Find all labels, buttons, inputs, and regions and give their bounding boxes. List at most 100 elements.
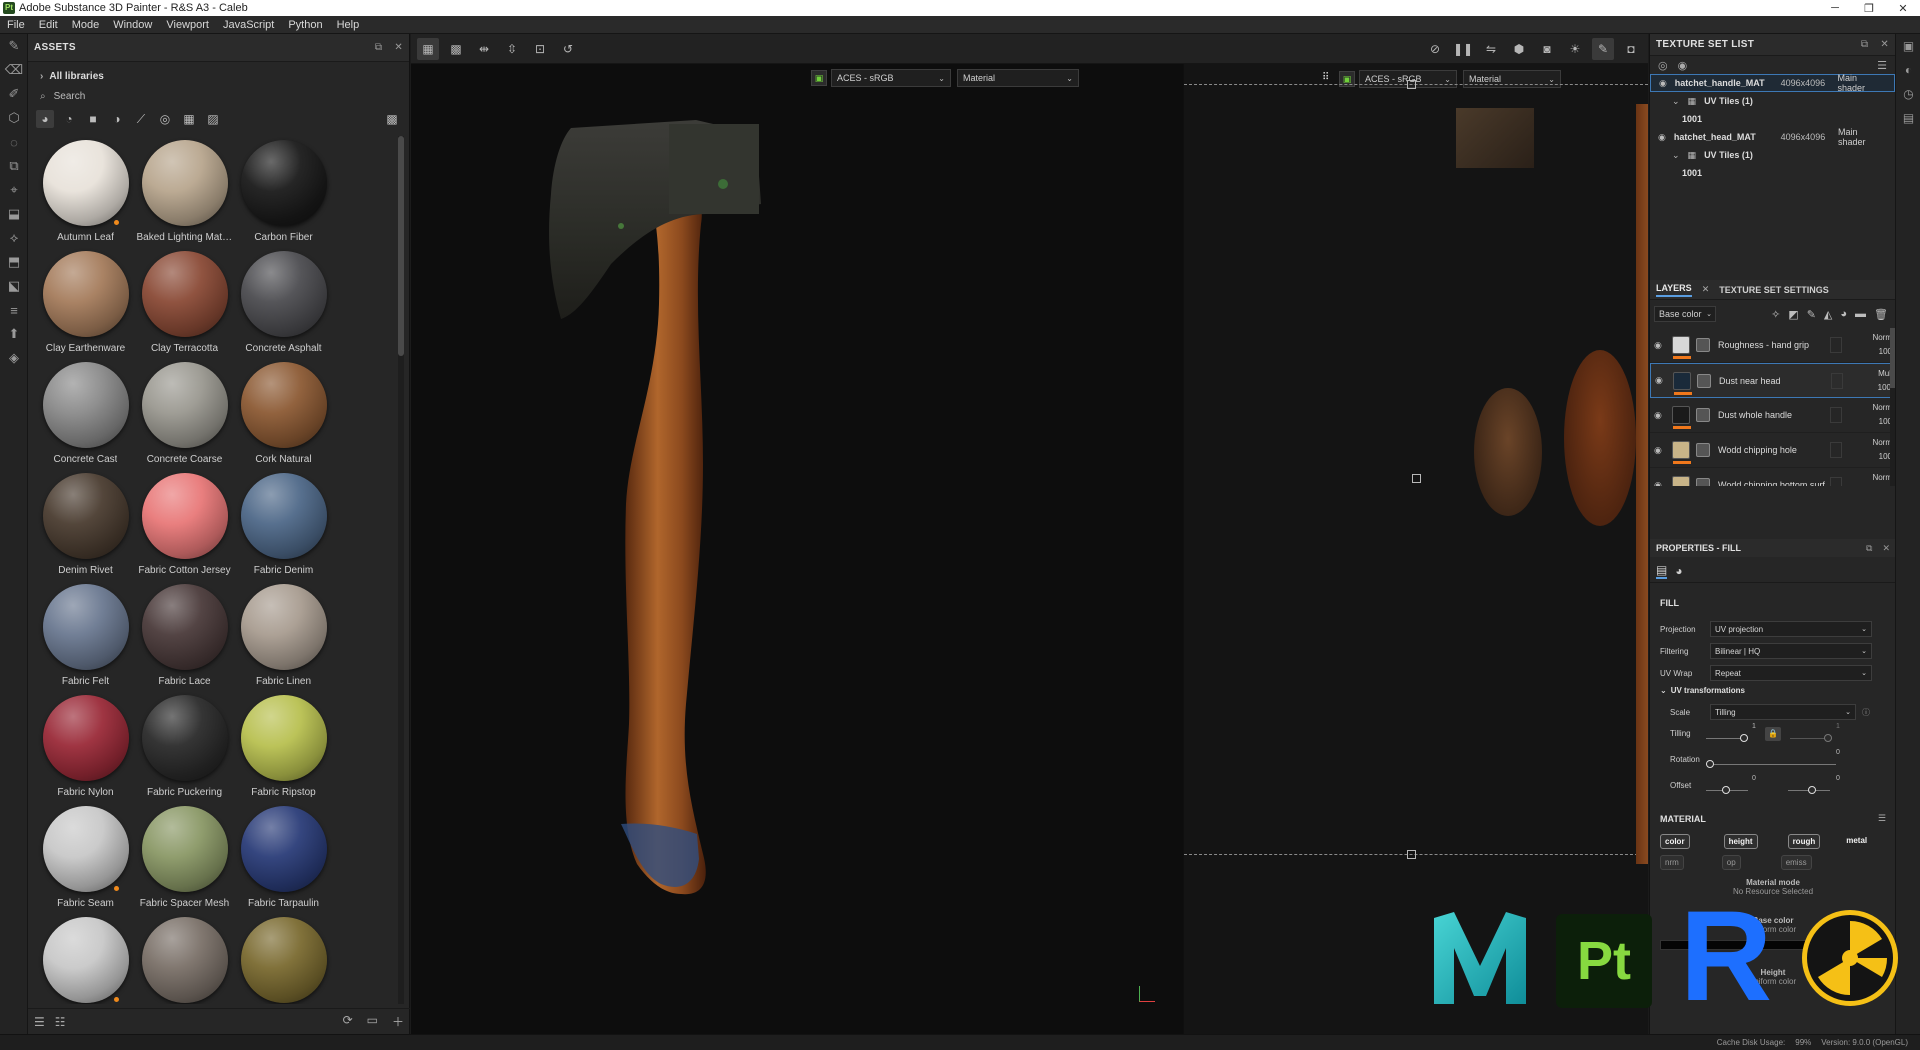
- chevron-down-icon[interactable]: ⌄: [1672, 150, 1680, 161]
- asset-tile[interactable]: Fabric Tarpaulin: [234, 802, 333, 913]
- channel-metal-button[interactable]: metal: [1842, 834, 1871, 849]
- minimize-icon[interactable]: ─: [1818, 2, 1852, 15]
- layer-mask-icon[interactable]: [1697, 373, 1711, 388]
- thumbnail-grid-icon[interactable]: ▩: [383, 110, 401, 128]
- uv-pivot[interactable]: [1412, 474, 1421, 483]
- channel-height-button[interactable]: height: [1723, 834, 1758, 849]
- layer-content-slot[interactable]: [1830, 337, 1842, 353]
- channel-select[interactable]: Base color ⌄: [1654, 306, 1716, 322]
- layer-row[interactable]: ◉ Dust near head Mul 100: [1650, 363, 1896, 398]
- alphas-filter-icon[interactable]: ◎: [156, 110, 174, 128]
- bake-icon[interactable]: ⟡: [0, 226, 28, 250]
- add-icon[interactable]: ＋: [392, 1013, 404, 1030]
- layer-row[interactable]: ◉ Dust whole handle Norm 100: [1650, 398, 1896, 433]
- fill-properties-icon[interactable]: ▤: [1656, 563, 1668, 579]
- undock-icon[interactable]: ⧉: [1866, 543, 1872, 554]
- maximize-icon[interactable]: ❐: [1852, 2, 1886, 15]
- asset-tile[interactable]: Carbon Fiber: [234, 136, 333, 247]
- environments-filter-icon[interactable]: ▨: [204, 110, 222, 128]
- screenshot-icon[interactable]: ◘: [1620, 38, 1642, 60]
- material-properties-icon[interactable]: ◕: [1675, 564, 1682, 578]
- masks-filter-icon[interactable]: ◑: [108, 110, 126, 128]
- shelf-icon[interactable]: ⬕: [0, 274, 28, 298]
- refresh-icon[interactable]: ⟳: [343, 1013, 353, 1030]
- menu-help[interactable]: Help: [330, 19, 367, 31]
- asset-tile[interactable]: Denim Rivet: [36, 469, 135, 580]
- tilling-knob-2[interactable]: [1824, 734, 1832, 742]
- eye-icon[interactable]: ◉: [1654, 445, 1668, 456]
- asset-tile[interactable]: Fabric Puckering: [135, 691, 234, 802]
- eye-icon[interactable]: ◉: [1654, 410, 1668, 421]
- uv-handle[interactable]: [1407, 850, 1416, 859]
- tilling-slider[interactable]: Tilling 1 🔒 1: [1660, 723, 1886, 749]
- rotation-knob[interactable]: [1706, 760, 1714, 768]
- asset-tile[interactable]: [135, 913, 234, 1004]
- layer-row[interactable]: ◉ Roughness - hand grip Norm 100: [1650, 328, 1896, 363]
- close-icon[interactable]: ✕: [1886, 2, 1920, 15]
- brushes-filter-icon[interactable]: ⟋: [132, 110, 150, 128]
- cube-icon[interactable]: ⬢: [1508, 38, 1530, 60]
- materials-filter-icon[interactable]: ◕: [36, 110, 54, 128]
- layer-row[interactable]: ◉Wodd chipping bottom surfNorm100: [1650, 468, 1896, 486]
- projection-icon[interactable]: ✐: [0, 82, 28, 106]
- channel-op-button[interactable]: op: [1721, 855, 1741, 870]
- asset-tile[interactable]: Clay Earthenware: [36, 247, 135, 358]
- uv-transformations-toggle[interactable]: ⌄ UV transformations: [1660, 686, 1886, 695]
- uv-tiles-group[interactable]: ⌄ ▦ UV Tiles (1): [1650, 92, 1895, 110]
- sort-icon[interactable]: ☰: [34, 1015, 45, 1029]
- material-options-icon[interactable]: ☰: [1878, 813, 1886, 824]
- offset-knob-y[interactable]: [1808, 786, 1816, 794]
- channel-nrm-button[interactable]: nrm: [1660, 855, 1684, 870]
- layer-content-slot[interactable]: [1830, 407, 1842, 423]
- camera-icon[interactable]: ◙: [1536, 38, 1558, 60]
- asset-tile[interactable]: Baked Lighting Mate...: [135, 136, 234, 247]
- axe-model[interactable]: [411, 64, 1183, 1034]
- library-icon[interactable]: ≡: [0, 298, 28, 322]
- view-mode-icon[interactable]: ⇋: [1480, 38, 1502, 60]
- log-icon[interactable]: ▤: [1896, 106, 1920, 130]
- asset-tile[interactable]: Fabric Nylon: [36, 691, 135, 802]
- filtering-select[interactable]: Bilinear | HQ ⌄: [1710, 643, 1872, 659]
- texture-set-list-icon[interactable]: ▣: [1896, 34, 1920, 58]
- layer-content-slot[interactable]: [1830, 477, 1842, 486]
- channel-emiss-button[interactable]: emiss: [1780, 855, 1812, 870]
- asset-tile[interactable]: Fabric Cotton Jersey: [135, 469, 234, 580]
- menu-mode[interactable]: Mode: [65, 19, 107, 31]
- brush-mode-icon[interactable]: ✎: [1592, 37, 1614, 60]
- asset-tile[interactable]: [234, 913, 333, 1004]
- offset-value-x[interactable]: 0: [1752, 775, 1756, 782]
- layer-row[interactable]: ◉ Wodd chipping hole Norm 100: [1650, 433, 1896, 468]
- channel-color-button[interactable]: color: [1660, 834, 1690, 849]
- eye-icon[interactable]: ◉: [1659, 78, 1671, 89]
- eye-icon[interactable]: ◉: [1658, 132, 1670, 143]
- asset-tile[interactable]: Fabric Denim: [234, 469, 333, 580]
- symmetry-x-icon[interactable]: ⇹: [473, 38, 495, 60]
- menu-window[interactable]: Window: [106, 19, 159, 31]
- asset-tile[interactable]: Fabric Spacer Mesh: [135, 802, 234, 913]
- asset-tile[interactable]: Fabric Linen: [234, 580, 333, 691]
- menu-viewport[interactable]: Viewport: [159, 19, 216, 31]
- textures-filter-icon[interactable]: ■: [84, 110, 102, 128]
- display-mode-select-2d[interactable]: Material ⌄: [1463, 70, 1561, 88]
- assets-icon[interactable]: ⬒: [0, 250, 28, 274]
- hide-all-icon[interactable]: ◎: [1658, 59, 1668, 72]
- uv-toggle-icon[interactable]: ⠿: [1322, 72, 1329, 83]
- display-settings-icon[interactable]: ◐: [1896, 58, 1920, 82]
- settings-list-icon[interactable]: ☰: [1877, 59, 1887, 72]
- eraser-icon[interactable]: ⌫: [0, 58, 28, 82]
- channel-rough-button[interactable]: rough: [1787, 834, 1821, 849]
- close-tab-icon[interactable]: ✕: [1702, 284, 1710, 295]
- uv-handle[interactable]: [1407, 80, 1416, 89]
- layer-blend[interactable]: Mul 100: [1878, 367, 1891, 395]
- layer-content-slot[interactable]: [1831, 372, 1843, 389]
- asset-tile[interactable]: Fabric Seam: [36, 802, 135, 913]
- display-settings-icon[interactable]: ◈: [0, 346, 28, 370]
- offset-knob-x[interactable]: [1722, 786, 1730, 794]
- polygon-fill-icon[interactable]: ⬡: [0, 106, 28, 130]
- scroll-thumb[interactable]: [398, 136, 404, 356]
- asset-tile[interactable]: Autumn Leaf: [36, 136, 135, 247]
- close-panel-icon[interactable]: ✕: [394, 42, 403, 53]
- uv-tiles-group[interactable]: ⌄ ▦ UV Tiles (1): [1650, 146, 1895, 164]
- undock-icon[interactable]: ⧉: [375, 42, 382, 53]
- asset-tile[interactable]: Fabric Lace: [135, 580, 234, 691]
